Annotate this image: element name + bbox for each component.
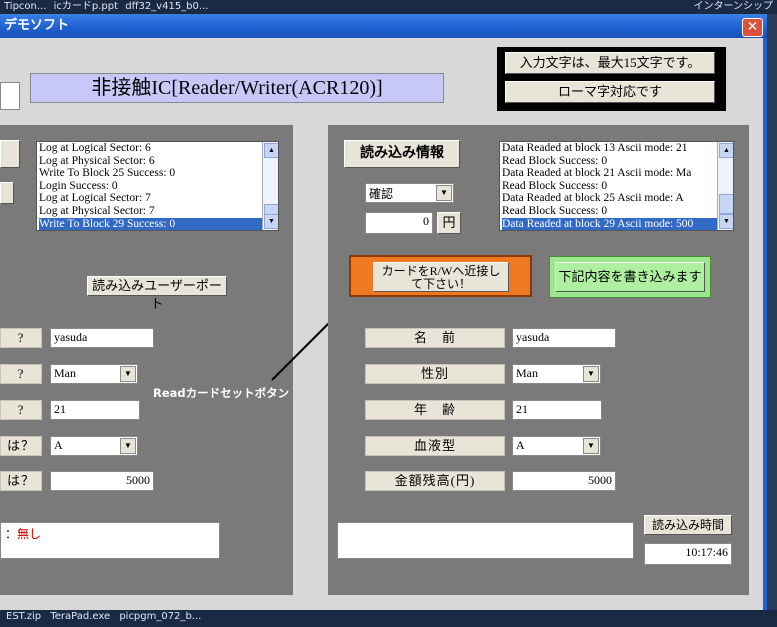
card-button-line-2: て下さい！ [410,277,471,291]
list-item: Log at Logical Sector: 6 [39,142,151,154]
read-time-button[interactable]: 読み込み時間 [644,515,732,535]
time-field: 10:17:46 [644,543,732,565]
window-title: デモソフト [4,18,70,33]
confirm-select[interactable]: 確認 ▼ [365,183,454,203]
list-item: Read Block Success: 0 [502,204,608,217]
list-item: Data Readed at block 25 Ascii mode: A [502,192,684,205]
field-label-balance: 金額残高(円) [365,471,505,491]
balance-field[interactable]: 5000 [50,471,154,491]
chevron-down-icon[interactable]: ▼ [120,438,136,454]
field-label: は？ [0,471,42,491]
field-label-name: 名 前 [365,328,505,348]
scroll-up-icon[interactable]: ▲ [719,143,733,158]
name-field[interactable]: yasuda [50,328,154,348]
left-status-box: ：無し [0,522,220,559]
age-field[interactable]: 21 [50,400,140,420]
balance-field[interactable]: 5000 [512,471,616,491]
right-status-box [337,522,634,559]
select-value: Man [516,366,538,380]
list-item: Login Success: 0 [39,179,118,192]
list-item: Write To Block 25 Success: 0 [39,167,176,180]
field-label: ? [0,328,42,348]
field-label: は？ [0,436,42,456]
desktop-item[interactable]: TeraPad.exe [50,610,110,624]
scroll-up-icon[interactable]: ▲ [264,143,278,158]
scrollbar[interactable]: ▲ ▼ [262,142,278,230]
desktop-item[interactable]: picpgm_072_b... [119,610,201,624]
select-value: Man [54,366,76,380]
right-log-list[interactable]: Data Readed at block 13 Ascii mode: 21 R… [499,141,734,231]
amount-unit: 円 [437,212,461,234]
field-label: ? [0,364,42,384]
close-button[interactable]: ✕ [742,18,763,37]
read-user-port-button[interactable]: 読み込みユーザーポート [87,276,227,311]
card-set-button-frame: カードをR/Wへ近接し て下さい！ [349,255,532,297]
list-item: Data Readed at block 21 Ascii mode: Ma [502,167,692,180]
status-value: 無し [17,527,42,541]
field-label-gender: 性別 [365,364,505,384]
list-item-selected: Data Readed at block 29 Ascii mode: 500 [502,217,733,230]
desktop-top-strip: Tipcon... icカードp.ppt dff32_v415_b0... イン… [0,0,777,14]
chevron-down-icon[interactable]: ▼ [583,366,599,382]
note-line-1: 入力文字は、最大15文字です。 [505,52,715,74]
select-value: A [54,438,63,452]
write-button-frame: 下記内容を書き込みます [549,256,711,298]
gender-select[interactable]: Man ▼ [50,364,138,384]
field-label: ? [0,400,42,420]
age-field[interactable]: 21 [512,400,602,420]
left-edge-button[interactable] [0,182,14,204]
chevron-down-icon[interactable]: ▼ [583,438,599,454]
note-box: 入力文字は、最大15文字です。 ローマ字対応です [497,47,726,111]
gender-select[interactable]: Man ▼ [512,364,601,384]
desktop-item[interactable]: dff32_v415_b0... [125,0,208,14]
app-title: 非接触IC[Reader/Writer(ACR120)] [30,73,444,103]
select-value: A [516,438,525,452]
list-item: Log at Logical Sector: 7 [39,192,151,205]
close-icon: ✕ [746,19,759,35]
chevron-down-icon[interactable]: ▼ [436,185,452,201]
blood-type-select[interactable]: A ▼ [512,436,601,456]
scrollbar[interactable]: ▲ ▼ [717,142,733,230]
list-item: Log at Physical Sector: 6 [39,154,155,167]
list-item: Read Block Success: 0 [502,179,608,192]
list-item-selected: Write To Block 29 Success: 0 [39,217,278,230]
write-button[interactable]: 下記内容を書き込みます [555,262,705,292]
note-line-2: ローマ字対応です [505,81,715,103]
list-item: Read Block Success: 0 [502,154,608,167]
read-info-button[interactable]: 読み込み情報 [344,140,460,168]
list-item: Data Readed at block 13 Ascii mode: 21 [502,142,688,154]
name-field[interactable]: yasuda [512,328,616,348]
read-card-set-button[interactable]: カードをR/Wへ近接し て下さい！ [373,262,509,292]
desktop-bottom-strip: EST.zip TeraPad.exe picpgm_072_b... [0,610,777,627]
scroll-down-icon[interactable]: ▼ [719,214,733,229]
list-item: Log at Physical Sector: 7 [39,204,155,217]
left-edge-field[interactable] [0,82,20,110]
desktop-item[interactable]: インターンシップ [694,0,774,14]
field-label-blood-type: 血液型 [365,436,505,456]
chevron-down-icon[interactable]: ▼ [120,366,136,382]
status-prefix: ： [5,527,18,541]
field-label-age: 年 齢 [365,400,505,420]
left-log-list[interactable]: Log at Logical Sector: 6 Log at Physical… [36,141,279,231]
scroll-thumb[interactable] [719,194,733,214]
desktop-item[interactable]: EST.zip [6,610,41,624]
scroll-down-icon[interactable]: ▼ [264,214,278,229]
left-edge-button[interactable] [0,140,20,168]
annotation-label: Readカードセットボタン [153,386,290,400]
window-titlebar: デモソフト [0,14,767,38]
desktop-item[interactable]: Tipcon... [4,0,46,14]
amount-field[interactable]: 0 [365,212,433,234]
blood-type-select[interactable]: A ▼ [50,436,138,456]
select-value: 確認 [369,187,394,201]
desktop-item[interactable]: icカードp.ppt [54,0,118,14]
